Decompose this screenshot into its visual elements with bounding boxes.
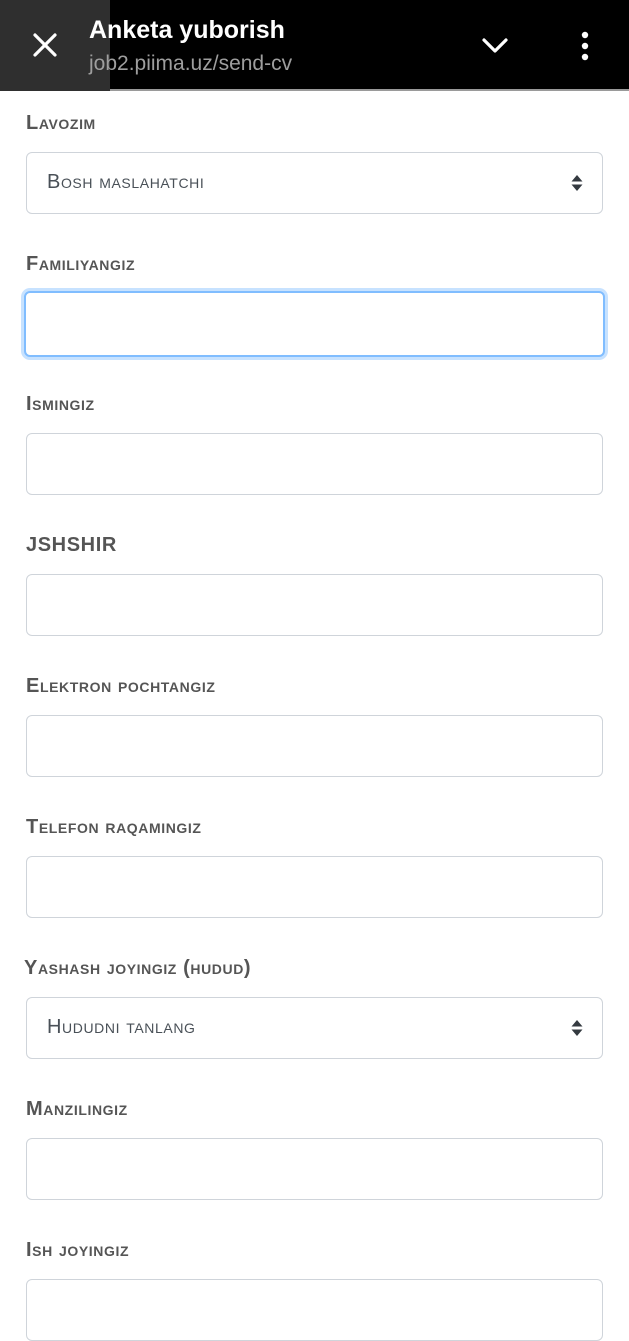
- lavozim-label: Lavozim: [26, 112, 96, 134]
- close-button[interactable]: [22, 22, 68, 68]
- ism-label: Ismingiz: [26, 393, 95, 415]
- jshshir-label: JSHSHIR: [26, 534, 117, 556]
- expand-button[interactable]: [472, 23, 518, 69]
- ish-joyi-input[interactable]: [26, 1279, 603, 1341]
- more-options-button[interactable]: [562, 23, 608, 69]
- browser-top-bar: Anketa yuborish job2.piima.uz/send-cv: [0, 0, 629, 91]
- familiya-label: Familiyangiz: [26, 253, 136, 275]
- close-icon: [33, 33, 57, 57]
- telefon-label: Telefon raqamingiz: [26, 816, 202, 838]
- close-area: [0, 0, 110, 91]
- select-arrows-icon: [571, 175, 583, 191]
- select-arrows-icon: [571, 1020, 583, 1036]
- telefon-input[interactable]: [26, 856, 603, 918]
- lavozim-selected-value: Bosh maslahatchi: [47, 171, 205, 193]
- email-label: Elektron pochtangiz: [26, 675, 216, 697]
- familiya-input[interactable]: [24, 291, 605, 357]
- ish-joyi-label: Ish joyingiz: [26, 1239, 130, 1261]
- page-url[interactable]: job2.piima.uz/send-cv: [89, 52, 292, 76]
- hudud-selected-value: Hududni tanlang: [47, 1016, 196, 1038]
- hudud-select[interactable]: Hududni tanlang: [26, 997, 603, 1059]
- manzil-input[interactable]: [26, 1138, 603, 1200]
- hudud-label: Yashash joyingiz (hudud): [24, 957, 252, 979]
- email-input[interactable]: [26, 715, 603, 777]
- page-title: Anketa yuborish: [89, 16, 285, 44]
- ism-input[interactable]: [26, 433, 603, 495]
- chevron-down-icon: [482, 38, 508, 53]
- manzil-label: Manzilingiz: [26, 1098, 128, 1120]
- more-vertical-icon: [581, 31, 589, 61]
- lavozim-select[interactable]: Bosh maslahatchi: [26, 152, 603, 214]
- jshshir-input[interactable]: [26, 574, 603, 636]
